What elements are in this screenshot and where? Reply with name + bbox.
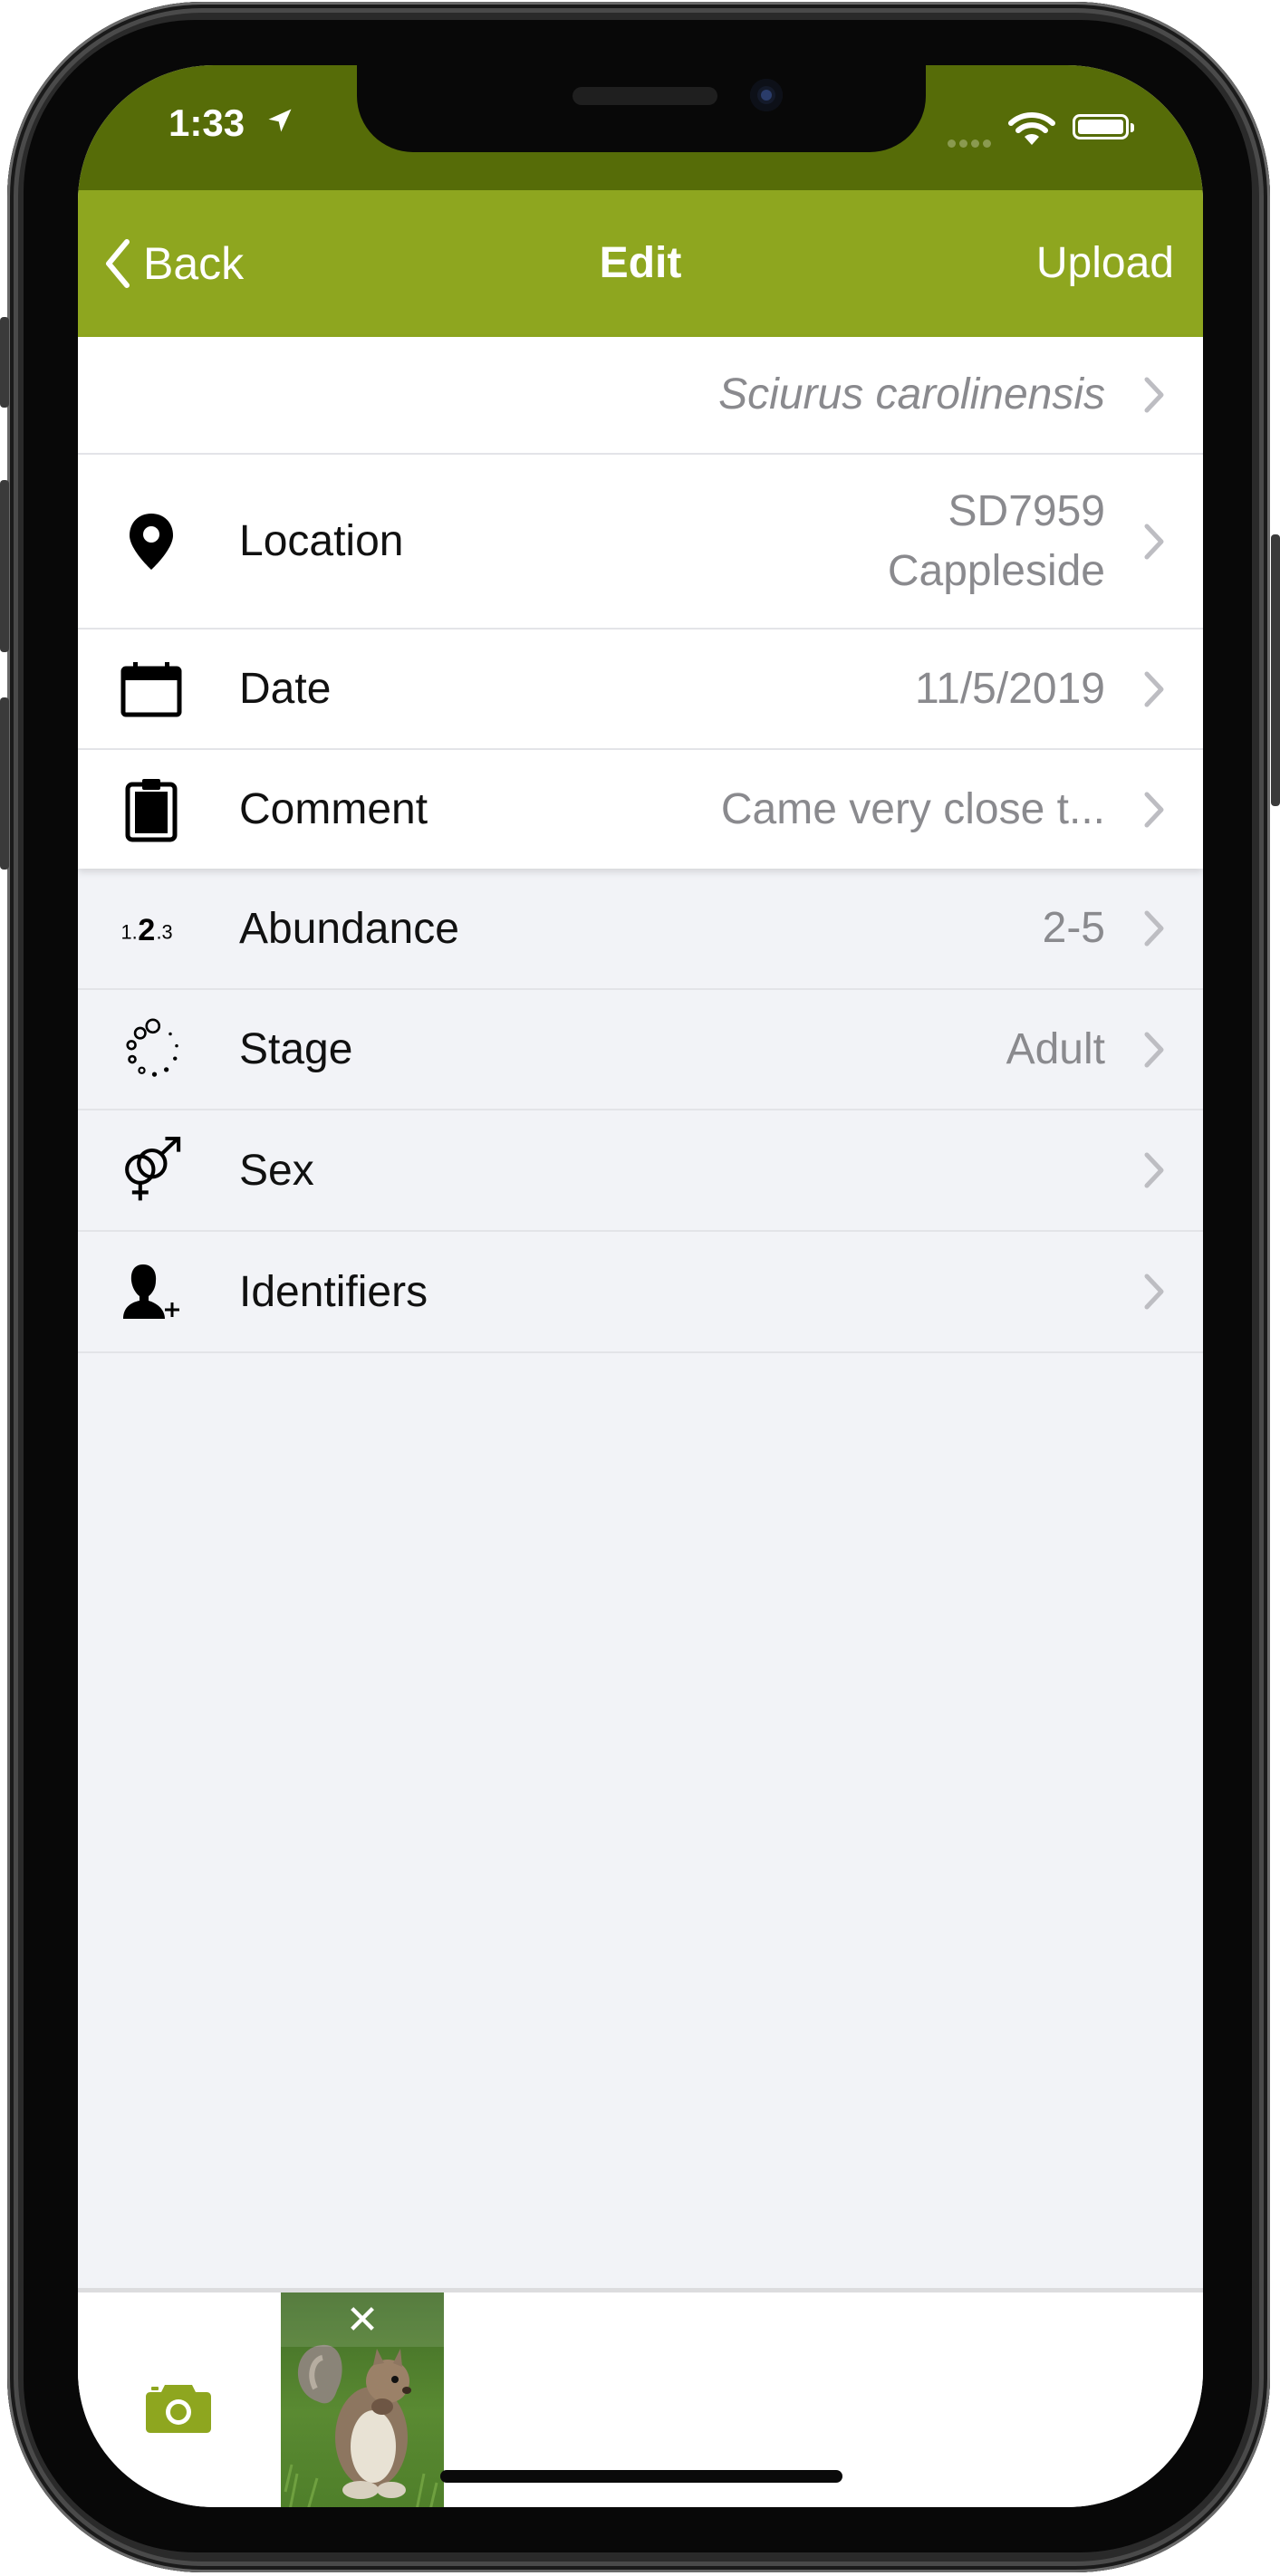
stage-label: Stage: [239, 1025, 353, 1073]
species-value: Sciurus carolinensis: [718, 370, 1105, 418]
screen: 1:33 Edit Back Upload Sciurus carolinens…: [78, 65, 1203, 2507]
life-stage-icon: [120, 1014, 183, 1086]
species-row[interactable]: Sciurus carolinensis: [78, 337, 1203, 455]
remove-photo-button[interactable]: ✕: [281, 2292, 444, 2347]
comment-value: Came very close t...: [720, 784, 1105, 833]
abundance-value: 2-5: [1042, 904, 1105, 952]
record-details: Sciurus carolinensis Location SD7959 Cap…: [78, 337, 1203, 869]
comment-row[interactable]: Comment Came very close t...: [78, 750, 1203, 869]
map-pin-icon: [120, 512, 183, 572]
camera-icon: [146, 2385, 211, 2433]
location-arrow-icon: [268, 109, 292, 132]
grid-reference: SD7959: [948, 486, 1105, 535]
nav-bar: Edit Back Upload: [78, 190, 1203, 337]
person-add-icon: [120, 1263, 183, 1321]
chevron-right-icon: [1144, 1032, 1164, 1067]
chevron-right-icon: [1144, 671, 1164, 706]
date-value: 11/5/2019: [915, 664, 1105, 713]
chevron-right-icon: [1144, 792, 1164, 827]
photo-thumbnail[interactable]: ✕: [281, 2292, 444, 2507]
status-time: 1:33: [168, 101, 245, 144]
abundance-row[interactable]: 1. 2.3 Abundance 2-5: [78, 869, 1203, 990]
svg-text:1.: 1.: [121, 921, 138, 944]
identifiers-label: Identifiers: [239, 1267, 428, 1316]
status-bar: 1:33: [78, 65, 1203, 190]
mute-switch: [0, 317, 9, 408]
clipboard-icon: [120, 777, 183, 842]
svg-text:2: 2: [138, 913, 155, 947]
volume-up-button: [0, 480, 9, 652]
gender-icon: [120, 1129, 183, 1211]
date-label: Date: [239, 665, 332, 713]
location-label: Location: [239, 517, 404, 565]
extra-attributes: 1. 2.3 Abundance 2-5 Stage Adult Sex Ide…: [78, 869, 1203, 1353]
cellular-signal-icon: [948, 136, 995, 152]
sex-row[interactable]: Sex: [78, 1110, 1203, 1232]
svg-text:.3: .3: [156, 921, 172, 944]
chevron-right-icon: [1144, 910, 1164, 947]
add-photo-button[interactable]: [145, 2381, 212, 2438]
stage-value: Adult: [1006, 1024, 1105, 1073]
wifi-icon: [1008, 112, 1055, 145]
power-button: [1271, 534, 1280, 806]
volume-down-button: [0, 697, 9, 870]
chevron-right-icon: [1144, 524, 1164, 559]
location-value: SD7959 Cappleside: [888, 482, 1105, 601]
calendar-icon: [120, 661, 183, 717]
date-row[interactable]: Date 11/5/2019: [78, 630, 1203, 750]
page-title: Edit: [599, 239, 682, 287]
chevron-right-icon: [1144, 1152, 1164, 1188]
front-camera: [750, 79, 783, 111]
upload-button[interactable]: Upload: [1036, 190, 1174, 337]
home-indicator[interactable]: [440, 2470, 842, 2483]
comment-label: Comment: [239, 785, 428, 833]
chevron-right-icon: [1144, 1274, 1164, 1310]
chevron-right-icon: [1144, 377, 1164, 413]
back-button[interactable]: Back: [103, 230, 244, 297]
chevron-left-icon: [106, 239, 130, 288]
number-sequence-icon: 1. 2.3: [120, 906, 183, 951]
back-label: Back: [143, 238, 245, 289]
identifiers-row[interactable]: Identifiers: [78, 1232, 1203, 1353]
stage-row[interactable]: Stage Adult: [78, 990, 1203, 1110]
battery-icon: [1073, 114, 1134, 139]
abundance-label: Abundance: [239, 904, 459, 953]
place-name: Cappleside: [887, 546, 1105, 595]
notch: [357, 65, 926, 152]
location-row[interactable]: Location SD7959 Cappleside: [78, 455, 1203, 630]
speaker: [573, 87, 717, 105]
sex-label: Sex: [239, 1146, 314, 1195]
